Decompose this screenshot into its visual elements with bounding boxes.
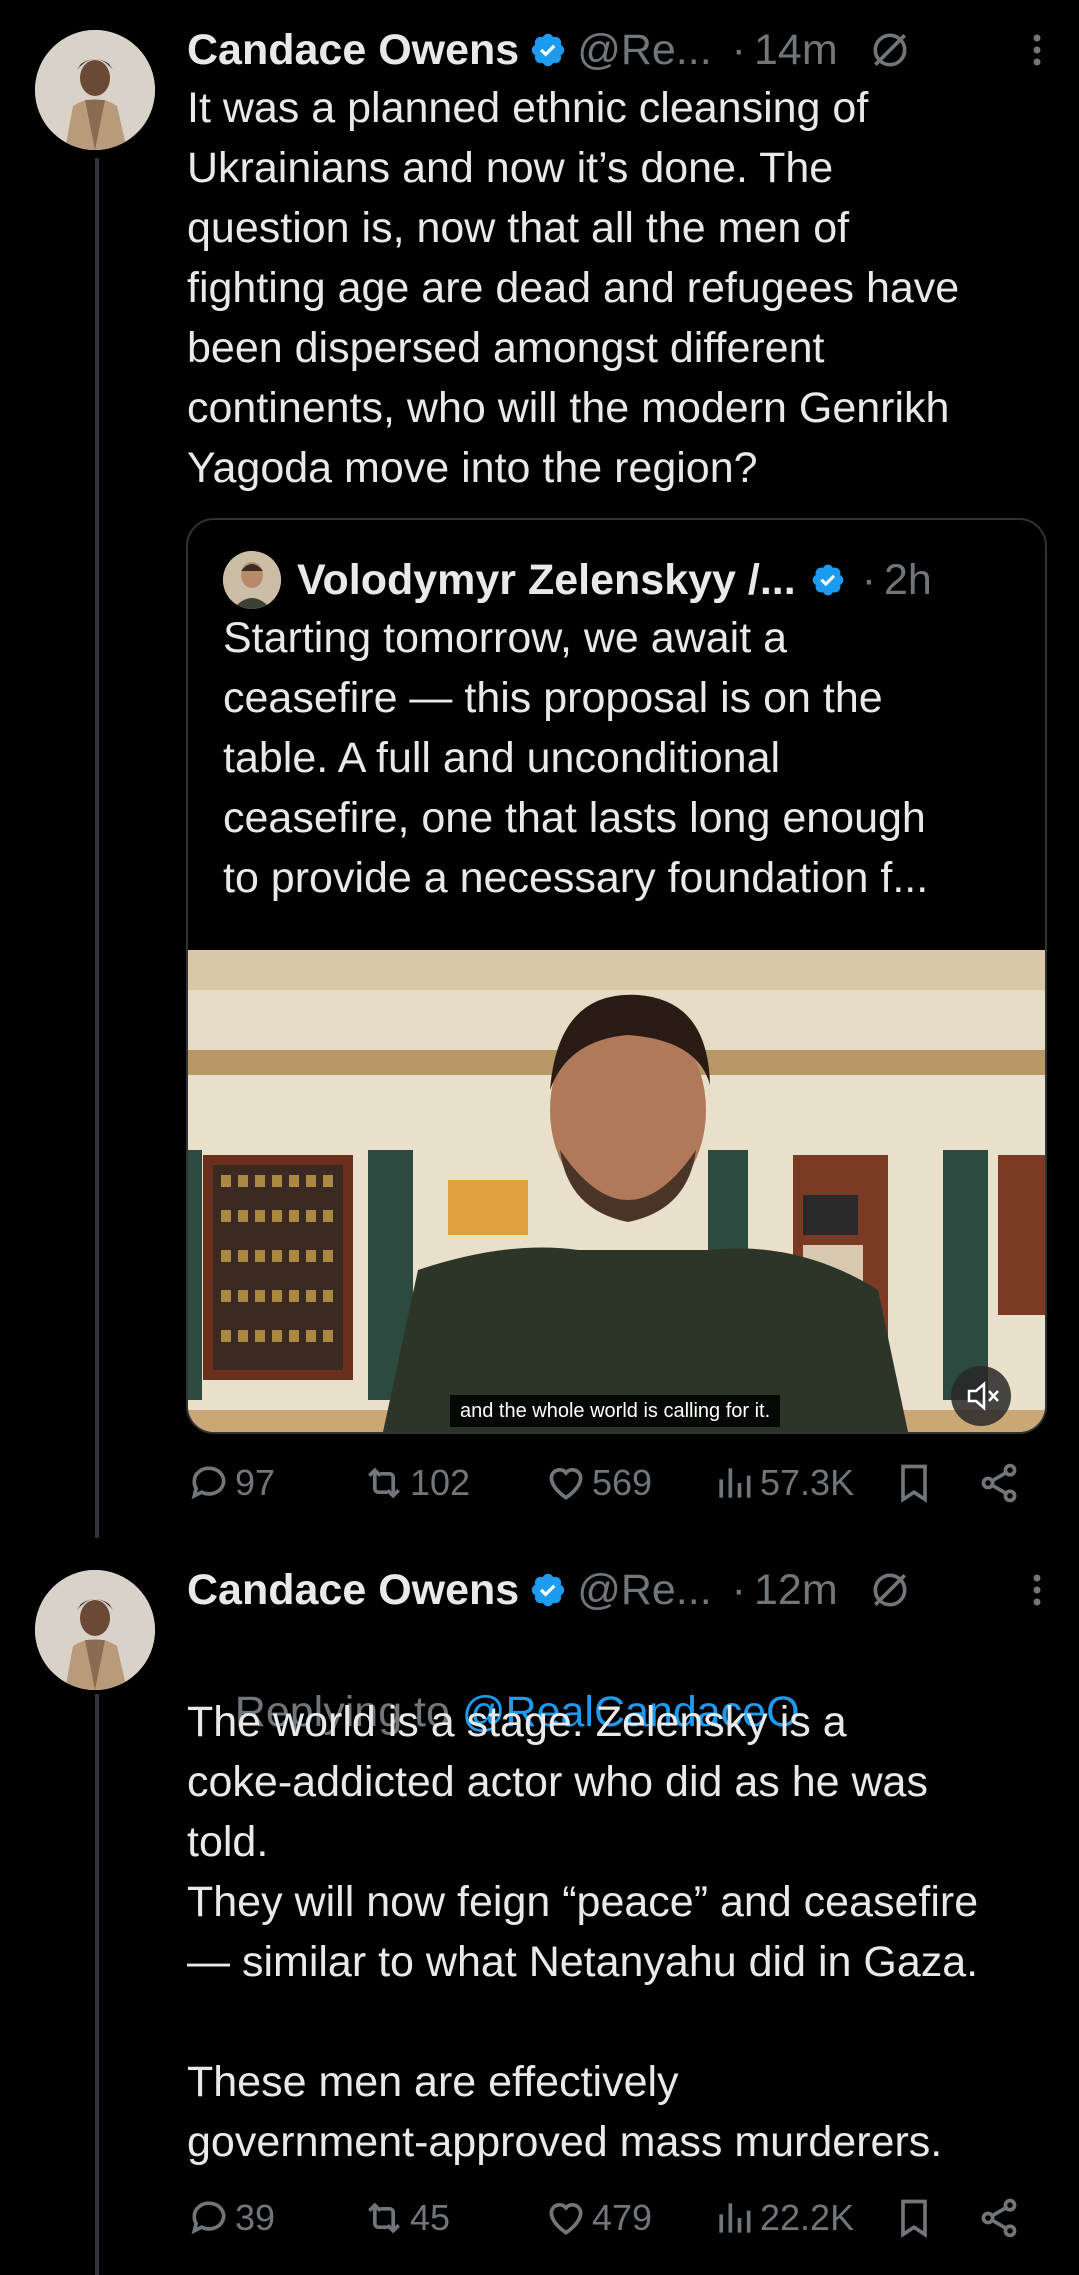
speaker-muted-icon (967, 1381, 999, 1411)
share-icon (981, 1463, 1017, 1503)
bookmark-button[interactable] (892, 1461, 940, 1505)
share-button[interactable] (977, 1461, 1025, 1505)
tweet-actions: 97 102 569 57.3K (187, 1453, 1061, 1513)
separator-dot: · (731, 1565, 746, 1614)
view-count: 22.2K (760, 2197, 855, 2238)
video-frame (188, 950, 1045, 1432)
thread-line (95, 1694, 99, 2275)
like-button[interactable]: 569 (544, 1461, 652, 1505)
tweet-header: Candace Owens @Re... · 12m (187, 1560, 1061, 1620)
views-icon (719, 2203, 751, 2233)
mute-button[interactable] (951, 1366, 1011, 1426)
repost-count: 102 (410, 1462, 471, 1503)
display-name[interactable]: Candace Owens (187, 1566, 519, 1615)
reply-icon (191, 2201, 226, 2235)
video-player[interactable]: and the whole world is calling for it. (188, 950, 1045, 1432)
timestamp[interactable]: 12m (754, 1566, 838, 1615)
video-caption: and the whole world is calling for it. (450, 1395, 781, 1427)
reply-count: 39 (235, 2197, 276, 2238)
more-options-icon[interactable] (1017, 1560, 1057, 1620)
display-name[interactable]: Candace Owens (187, 26, 519, 75)
handle[interactable]: @Re... (577, 26, 711, 75)
views-icon (719, 1468, 751, 1498)
verified-badge-icon (812, 564, 844, 596)
view-count: 57.3K (760, 1462, 855, 1503)
quoted-tweet-text: Starting tomorrow, we await a ceasefire … (223, 614, 929, 902)
verified-badge-icon (531, 1573, 565, 1607)
quoted-timestamp: 2h (884, 555, 932, 604)
heart-icon (549, 1468, 583, 1500)
repost-icon (368, 1467, 400, 1499)
share-button[interactable] (977, 2196, 1025, 2240)
reply-count: 97 (235, 1462, 276, 1503)
reply-button[interactable]: 39 (187, 2196, 275, 2240)
like-count: 569 (592, 1462, 653, 1503)
like-count: 479 (592, 2197, 653, 2238)
separator-dot: · (731, 25, 746, 74)
tweet-header: Candace Owens @Re... · 14m (187, 20, 1061, 80)
quoted-avatar (223, 551, 281, 609)
quoted-tweet[interactable]: Volodymyr Zelenskyy /... · 2h Starting t… (186, 518, 1047, 1434)
share-icon (981, 2198, 1017, 2238)
repost-button[interactable]: 45 (362, 2196, 450, 2240)
tweet-text: The world is a stage. Zelensky is a coke… (187, 1698, 979, 2166)
tweet-actions: 39 45 479 22.2K (187, 2188, 1061, 2248)
quoted-tweet-header: Volodymyr Zelenskyy /... · 2h (223, 550, 932, 610)
repost-icon (368, 2202, 400, 2234)
avatar[interactable] (35, 1570, 155, 1690)
verified-badge-icon (531, 33, 565, 67)
like-button[interactable]: 479 (544, 2196, 652, 2240)
bookmark-icon (901, 1464, 927, 1503)
handle[interactable]: @Re... (577, 1566, 711, 1615)
timestamp[interactable]: 14m (754, 26, 838, 75)
thread-line (95, 158, 99, 1538)
views-button[interactable]: 22.2K (712, 2196, 854, 2240)
more-options-icon[interactable] (1017, 20, 1057, 80)
bookmark-button[interactable] (892, 2196, 940, 2240)
heart-icon (549, 2203, 583, 2235)
separator-dot: · (861, 555, 877, 604)
quoted-display-name: Volodymyr Zelenskyy /... (297, 555, 796, 604)
repost-count: 45 (410, 2197, 451, 2238)
bookmark-icon (901, 2199, 927, 2238)
avatar[interactable] (35, 30, 155, 150)
tweet-text: It was a planned ethnic cleansing of Ukr… (187, 84, 960, 492)
views-button[interactable]: 57.3K (712, 1461, 854, 1505)
repost-button[interactable]: 102 (362, 1461, 470, 1505)
reply-icon (191, 1466, 226, 1500)
reply-button[interactable]: 97 (187, 1461, 275, 1505)
grok-icon[interactable] (868, 28, 912, 72)
grok-icon[interactable] (868, 1568, 912, 1612)
